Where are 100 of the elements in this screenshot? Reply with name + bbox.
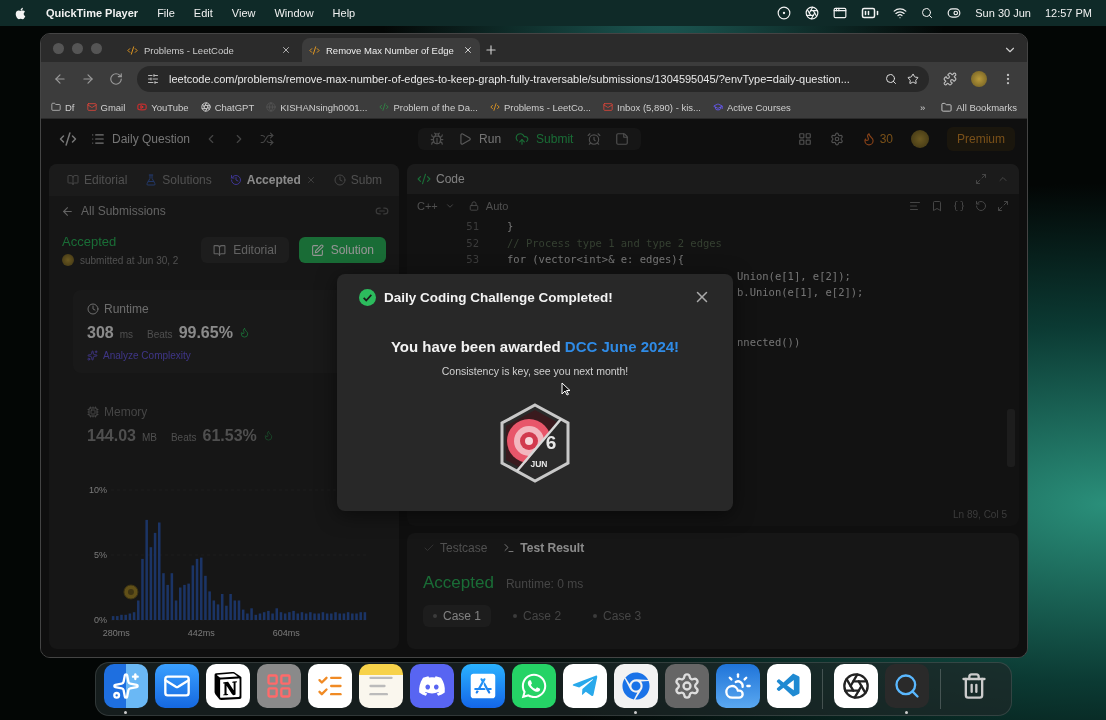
flask-icon	[145, 174, 158, 186]
grid-icon[interactable]	[256, 664, 301, 708]
code-icon	[489, 102, 500, 112]
case-tab[interactable]: Case 1	[423, 605, 492, 627]
tab-title: Problems - LeetCode	[144, 44, 235, 56]
checklist-icon[interactable]	[307, 664, 352, 708]
window-minimize-dot[interactable]	[72, 42, 83, 54]
browser-tab[interactable]: Remove Max Number of Edge	[302, 38, 480, 62]
clock-icon	[87, 303, 99, 315]
bookmark[interactable]: Active Courses	[726, 101, 791, 113]
chrome-icon[interactable]	[613, 664, 658, 708]
code-panel-title: Code	[436, 172, 465, 186]
badge-link[interactable]: DCC June 2024!	[564, 338, 680, 355]
all-bookmarks[interactable]: All Bookmarks	[956, 101, 1017, 113]
aperture-icon[interactable]	[833, 664, 878, 708]
result-tab[interactable]: Test Result	[520, 541, 585, 555]
notepad-icon[interactable]	[358, 664, 403, 708]
code-line: for (vector<int>& e: edges){	[507, 253, 684, 266]
app-name[interactable]: QuickTime Player	[46, 7, 139, 19]
bookmark[interactable]: Gmail	[100, 101, 126, 113]
notion-icon[interactable]	[205, 664, 250, 708]
memory-unit: MB	[141, 432, 157, 443]
close-icon	[463, 45, 473, 55]
aperture-icon[interactable]	[805, 6, 820, 20]
problem-list-link[interactable]: Daily Question	[112, 132, 191, 146]
bookmark[interactable]: Problems - LeetCo...	[503, 101, 591, 113]
more-bookmarks[interactable]: »	[920, 101, 926, 113]
code-line: b.Union(e[1], e[2]);	[737, 286, 864, 299]
edit-icon	[310, 243, 324, 257]
runtime-title: Runtime	[104, 302, 149, 316]
bookmark[interactable]: Inbox (5,890) - kis...	[617, 101, 701, 113]
beats-percent: 61.53%	[202, 427, 257, 445]
site-settings-icon	[147, 73, 159, 85]
runtime-value: 308	[87, 324, 114, 342]
folder-icon	[51, 102, 61, 112]
menu-item[interactable]: File	[157, 7, 175, 19]
profile-avatar[interactable]	[971, 71, 987, 87]
weather-icon[interactable]	[715, 664, 760, 708]
code-icon	[309, 44, 320, 56]
address-bar[interactable]: leetcode.com/problems/remove-max-number-of-edges-to-keep-graph-fully-traversable/submissions/1304595045/?envType=daily-question...	[137, 66, 929, 92]
logo-icon[interactable]	[59, 130, 77, 148]
user-marker-icon	[123, 584, 139, 600]
bookmark[interactable]: YouTube	[151, 101, 189, 113]
apple-icon[interactable]	[14, 6, 27, 20]
forward-icon[interactable]	[81, 72, 95, 86]
window-close-dot[interactable]	[53, 42, 64, 54]
vscode-icon[interactable]	[766, 664, 811, 708]
aperture-icon	[200, 102, 211, 112]
list-icon	[91, 132, 105, 146]
terminal-icon	[503, 542, 516, 554]
bookmark[interactable]: Df	[65, 101, 75, 113]
bookmark[interactable]: ChatGPT	[214, 101, 255, 113]
discord-icon[interactable]	[409, 664, 454, 708]
success-icon	[359, 288, 376, 306]
browser-tab[interactable]: Problems - LeetCode	[120, 38, 298, 62]
control-center-icon[interactable]	[947, 6, 962, 20]
back-icon[interactable]	[53, 72, 67, 86]
submission-status: Accepted	[62, 234, 118, 249]
book-icon	[213, 243, 227, 257]
sparkle-icon	[87, 350, 98, 361]
whatsapp-icon[interactable]	[511, 664, 556, 708]
bookmark[interactable]: Problem of the Da...	[393, 101, 478, 113]
search-icon[interactable]	[921, 7, 934, 19]
window-zoom-dot[interactable]	[91, 42, 102, 54]
chip-icon	[87, 406, 99, 418]
lock-icon	[468, 201, 479, 211]
app-store-icon[interactable]	[460, 664, 505, 708]
bookmark[interactable]: KISHANsingh0001...	[280, 101, 368, 113]
menu-item[interactable]: Help	[332, 7, 356, 19]
url-text: leetcode.com/problems/remove-max-number-of-edges-to-keep-graph-fully-traversable/submissions/1304595045/?envType=daily-question...	[169, 73, 851, 85]
magnifier-icon[interactable]	[884, 664, 929, 708]
window-icon[interactable]	[833, 6, 848, 20]
extensions-icon[interactable]	[943, 72, 957, 86]
code-line: nnected())	[737, 335, 801, 348]
menu-time[interactable]: 12:57 PM	[1044, 7, 1092, 19]
record-icon[interactable]	[777, 6, 792, 20]
tab-title: Remove Max Number of Edge	[326, 44, 455, 56]
menu-date[interactable]: Sun 30 Jun	[975, 7, 1031, 19]
dialog-title: Daily Coding Challenge Completed!	[384, 289, 613, 305]
flame-icon	[861, 132, 876, 146]
panel-tab[interactable]: Accepted	[246, 173, 301, 187]
telegram-icon[interactable]	[562, 664, 607, 708]
menu-item[interactable]: Edit	[193, 7, 213, 19]
mail-icon[interactable]	[154, 664, 199, 708]
new-tab-icon[interactable]	[484, 43, 498, 57]
run-button[interactable]: Run	[479, 132, 502, 146]
back-arrow-icon	[61, 204, 74, 218]
mouse-pointer-icon	[561, 382, 571, 396]
badge-month: JUN	[530, 459, 548, 469]
menu-item[interactable]: Window	[274, 7, 314, 19]
result-status: Accepted	[423, 573, 494, 593]
wifi-icon[interactable]	[893, 6, 908, 20]
play-icon	[137, 102, 148, 112]
dialog-note: Consistency is key, see you next month!	[441, 365, 629, 377]
reload-icon[interactable]	[109, 72, 123, 86]
award-message: You have been awarded DCC June 2024!	[390, 338, 680, 355]
user-avatar[interactable]	[911, 130, 929, 148]
menu-item[interactable]: View	[231, 7, 256, 19]
beats-label: Beats	[170, 432, 197, 443]
gear-icon[interactable]	[664, 664, 709, 708]
